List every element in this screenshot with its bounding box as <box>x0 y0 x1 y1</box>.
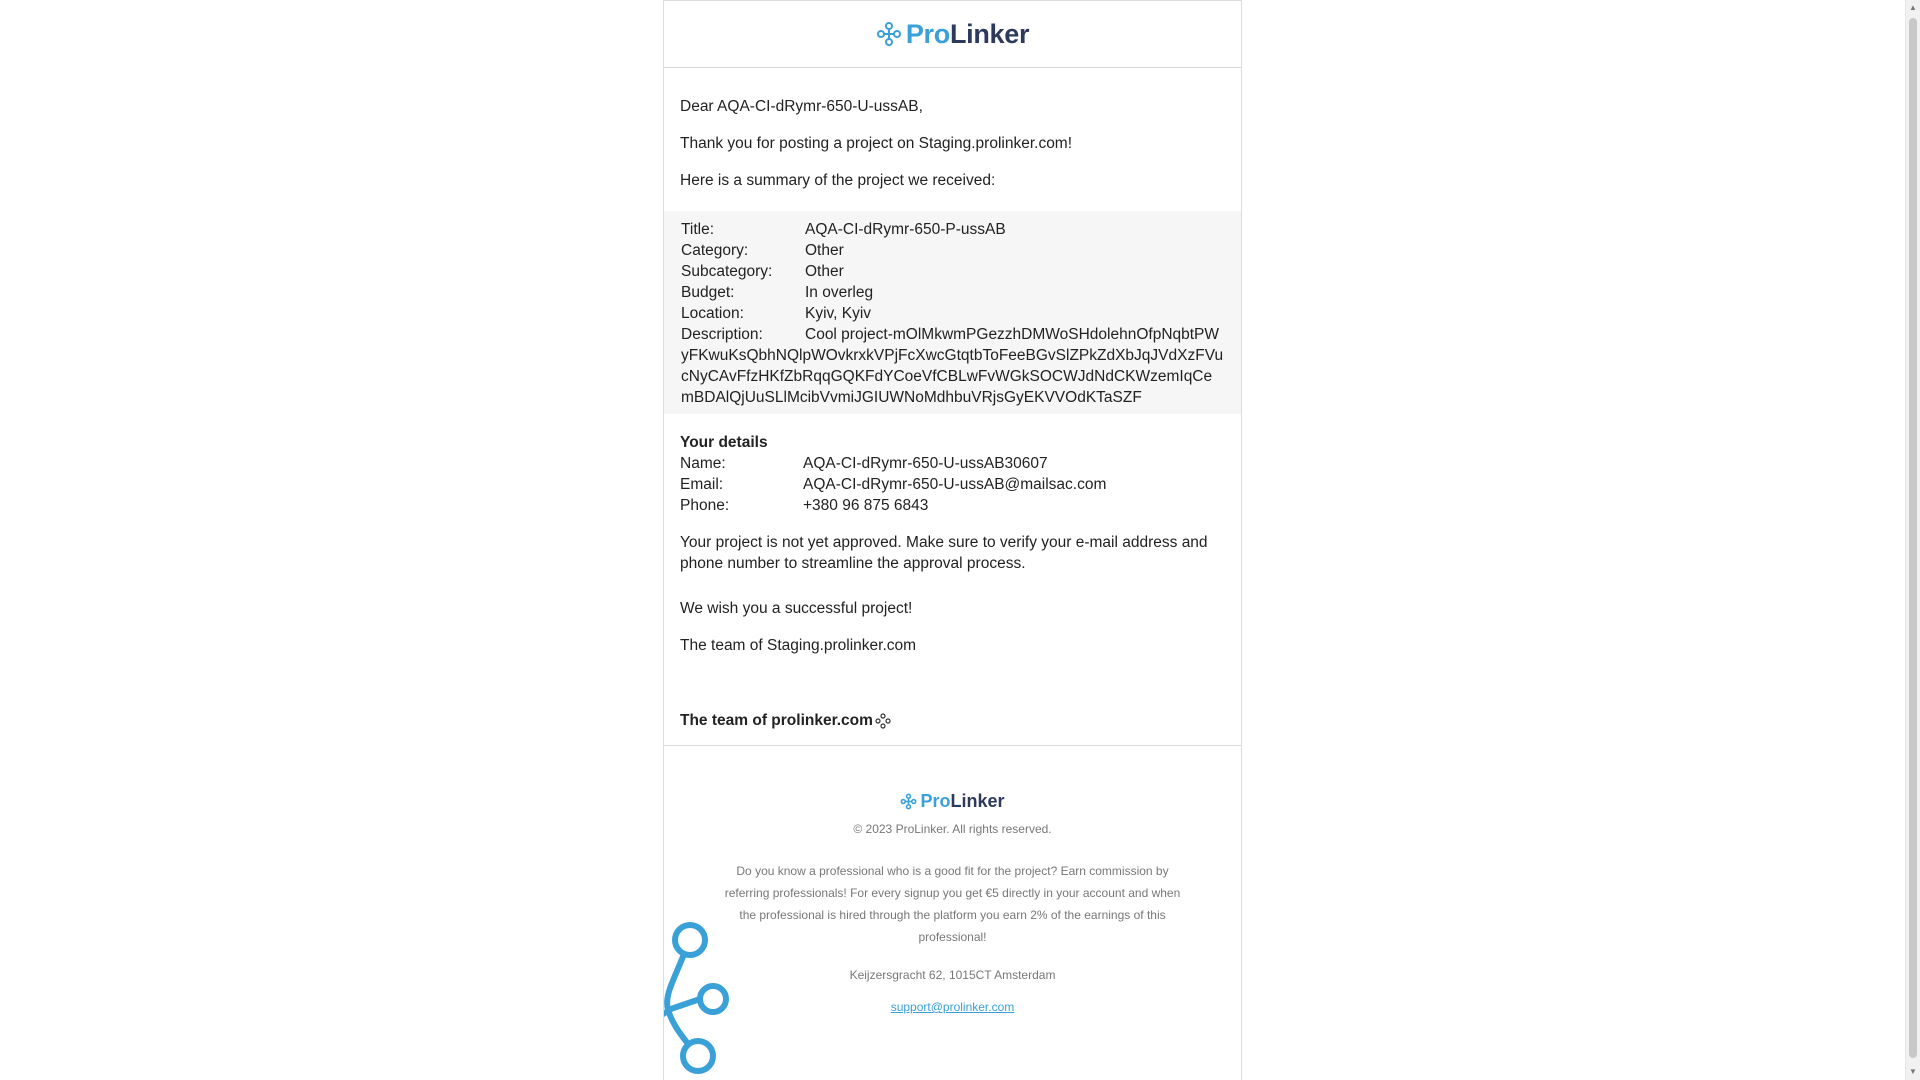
phone-value: +380 96 875 6843 <box>803 497 929 514</box>
scroll-down-icon[interactable]: ▼ <box>1906 1064 1920 1080</box>
logo-linker-text: Linker <box>949 18 1030 49</box>
details-row-email: Email: AQA-CI-dRymr-650-U-ussAB@mailsac.… <box>680 474 1225 495</box>
prolinker-logo: ProLinker <box>876 19 1029 50</box>
category-value: Other <box>805 242 844 259</box>
summary-row-description: Description: Cool project-mOlMkwmPGezzhDM… <box>681 324 1224 408</box>
footer-logo: ProLinker <box>664 790 1241 812</box>
subcategory-value: Other <box>805 263 844 280</box>
project-summary: Title: AQA-CI-dRymr-650-P-ussAB Category… <box>664 211 1241 414</box>
details-row-name: Name: AQA-CI-dRymr-650-U-ussAB30607 <box>680 453 1225 474</box>
page-scrollbar[interactable]: ▲ ▼ <box>1905 0 1920 1080</box>
email-footer: ProLinker © 2023 ProLinker. All rights r… <box>664 790 1241 1018</box>
email-body: Dear AQA-CI-dRymr-650-U-ussAB, Thank you… <box>664 96 1241 731</box>
name-label: Name: <box>680 455 726 472</box>
summary-row-location: Location: Kyiv, Kyiv <box>681 303 1224 324</box>
referral-promo-text: Do you know a professional who is a good… <box>724 864 1181 944</box>
description-label: Description: <box>681 326 763 343</box>
name-value: AQA-CI-dRymr-650-U-ussAB30607 <box>803 455 1048 472</box>
scroll-up-icon[interactable]: ▲ <box>1906 0 1920 16</box>
footer-logo-pro: Pro <box>920 791 951 811</box>
email-container: ProLinker Dear AQA-CI-dRymr-650-U-ussAB,… <box>663 0 1242 1080</box>
copyright-text: © 2023 ProLinker. All rights reserved. <box>853 822 1052 836</box>
summary-intro: Here is a summary of the project we rece… <box>680 172 996 189</box>
prolinker-mark-icon <box>876 22 901 46</box>
title-label: Title: <box>681 221 715 238</box>
summary-row-title: Title: AQA-CI-dRymr-650-P-ussAB <box>681 219 1224 240</box>
email-header: ProLinker <box>664 1 1241 68</box>
summary-row-subcategory: Subcategory: Other <box>681 261 1224 282</box>
category-label: Category: <box>681 242 749 259</box>
title-value: AQA-CI-dRymr-650-P-ussAB <box>805 221 1006 238</box>
budget-label: Budget: <box>681 284 735 301</box>
summary-row-category: Category: Other <box>681 240 1224 261</box>
email-label: Email: <box>680 476 724 493</box>
your-details: Your details Name: AQA-CI-dRymr-650-U-us… <box>680 432 1225 516</box>
budget-value: In overleg <box>805 284 874 301</box>
team-signoff: The team of prolinker.com <box>680 710 1225 731</box>
email-value: AQA-CI-dRymr-650-U-ussAB@mailsac.com <box>803 476 1107 493</box>
subcategory-label: Subcategory: <box>681 263 773 280</box>
summary-row-budget: Budget: In overleg <box>681 282 1224 303</box>
address-text: Keijzersgracht 62, 1015CT Amsterdam <box>849 968 1056 982</box>
prolinker-mark-icon <box>875 712 891 729</box>
location-value: Kyiv, Kyiv <box>805 305 872 322</box>
details-heading: Your details <box>680 434 768 451</box>
footer-divider <box>664 745 1241 746</box>
details-row-phone: Phone: +380 96 875 6843 <box>680 495 1225 516</box>
decorative-network-graphic <box>664 922 729 1074</box>
team-text: The team of Staging.prolinker.com <box>680 637 917 654</box>
support-email-link[interactable]: support@prolinker.com <box>664 996 1241 1018</box>
thanks-text: Thank you for posting a project on Stagi… <box>680 135 1073 152</box>
team-signoff-text: The team of prolinker.com <box>680 712 873 729</box>
phone-label: Phone: <box>680 497 730 514</box>
scrollbar-thumb[interactable] <box>1909 18 1917 1058</box>
prolinker-mark-icon <box>900 793 917 809</box>
approval-notice: Your project is not yet approved. Make s… <box>680 534 1208 572</box>
greeting: Dear AQA-CI-dRymr-650-U-ussAB, <box>680 98 923 115</box>
logo-pro-text: Pro <box>905 18 950 49</box>
footer-logo-linker: Linker <box>950 791 1005 811</box>
location-label: Location: <box>681 305 744 322</box>
wish-text: We wish you a successful project! <box>680 600 913 617</box>
